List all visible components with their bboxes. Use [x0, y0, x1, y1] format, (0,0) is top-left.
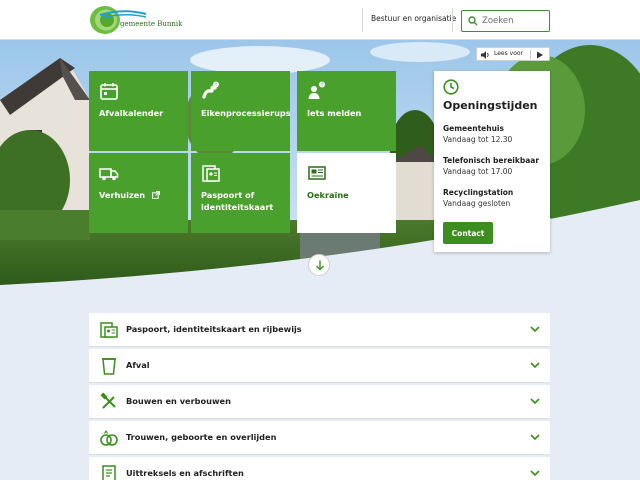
report-person-icon: ! [308, 81, 325, 99]
scroll-down-button[interactable] [308, 254, 330, 276]
header-divider [362, 8, 363, 32]
external-link-icon [152, 191, 160, 199]
accordion-item-paspoort[interactable]: Paspoort, identiteitskaart en rijbewijs [89, 313, 550, 347]
accordion-label: Uittreksels en afschriften [126, 468, 244, 478]
topics-accordion: Paspoort, identiteitskaart en rijbewijs … [89, 313, 550, 480]
accordion-label: Bouwen en verbouwen [126, 396, 231, 406]
search-box[interactable] [461, 10, 550, 32]
site-header: gemeente Bunnik Bestuur en organisatie [0, 0, 640, 40]
logo-text: gemeente Bunnik [120, 20, 183, 28]
accordion-item-bouwen[interactable]: Bouwen en verbouwen [89, 385, 550, 419]
caterpillar-icon: ! [202, 81, 219, 99]
waste-bin-icon [102, 358, 116, 375]
hours-location: Gemeentehuis [443, 124, 504, 133]
readspeaker-label: Lees voor [494, 50, 524, 57]
search-input[interactable] [482, 13, 546, 29]
tile-iets-melden[interactable]: ! Iets melden [297, 71, 396, 151]
news-icon [308, 166, 326, 180]
search-icon [468, 16, 478, 26]
header-divider [452, 8, 453, 32]
chevron-down-icon [530, 398, 540, 405]
accordion-label: Afval [126, 360, 150, 370]
hours-time: Vandaag tot 12.30 [443, 135, 513, 144]
tile-label: Paspoort of identiteitskaart [201, 190, 274, 212]
accordion-label: Paspoort, identiteitskaart en rijbewijs [126, 324, 302, 334]
play-icon[interactable] [536, 51, 544, 59]
chevron-down-icon [530, 434, 540, 441]
readspeaker-divider [530, 50, 531, 59]
hours-time: Vandaag tot 17.00 [443, 167, 513, 176]
svg-text:!: ! [321, 82, 323, 88]
tile-label: Eikenprocessierups [201, 108, 291, 118]
passport-icon [202, 165, 220, 182]
clock-icon [443, 79, 459, 95]
hours-entry: Telefonisch bereikbaar Vandaag tot 17.00 [443, 155, 539, 177]
tile-afvalkalender[interactable]: Afvalkalender [89, 71, 188, 151]
rings-icon [100, 429, 118, 446]
accordion-item-afval[interactable]: Afval [89, 349, 550, 383]
accordion-item-uittreksels[interactable]: Uittreksels en afschriften [89, 457, 550, 480]
speaker-icon [481, 51, 489, 59]
document-icon [102, 465, 116, 480]
tile-label: Afvalkalender [99, 108, 164, 118]
hours-time: Vandaag gesloten [443, 199, 511, 208]
tile-oekraine[interactable]: Oekraïne [297, 153, 396, 233]
hours-entry: Gemeentehuis Vandaag tot 12.30 [443, 123, 512, 145]
chevron-down-icon [530, 326, 540, 333]
readspeaker-bar[interactable]: Lees voor [476, 47, 550, 61]
nav-link-bestuur[interactable]: Bestuur en organisatie [371, 14, 456, 23]
accordion-item-trouwen[interactable]: Trouwen, geboorte en overlijden [89, 421, 550, 455]
chevron-down-icon [530, 362, 540, 369]
tile-paspoort[interactable]: Paspoort of identiteitskaart [191, 153, 290, 233]
hours-location: Telefonisch bereikbaar [443, 156, 540, 165]
tile-eikenprocessierups[interactable]: ! Eikenprocessierups [191, 71, 291, 151]
opening-hours-title: Openingstijden [443, 99, 538, 112]
chevron-down-icon [530, 470, 540, 477]
arrow-down-icon [316, 260, 324, 271]
tile-label: Iets melden [307, 108, 362, 118]
opening-hours-card: Openingstijden Gemeentehuis Vandaag tot … [434, 71, 550, 252]
id-card-icon [100, 322, 118, 338]
moving-truck-icon [99, 168, 119, 181]
calendar-icon [100, 83, 118, 100]
tile-label: Oekraïne [307, 190, 349, 200]
accordion-label: Trouwen, geboorte en overlijden [126, 432, 277, 442]
contact-button[interactable]: Contact [443, 222, 493, 244]
tile-verhuizen[interactable]: Verhuizen [89, 153, 188, 233]
hours-entry: Recyclingstation Vandaag gesloten [443, 187, 513, 209]
tile-label: Verhuizen [99, 189, 182, 201]
tools-icon [100, 392, 116, 409]
hours-location: Recyclingstation [443, 188, 514, 197]
